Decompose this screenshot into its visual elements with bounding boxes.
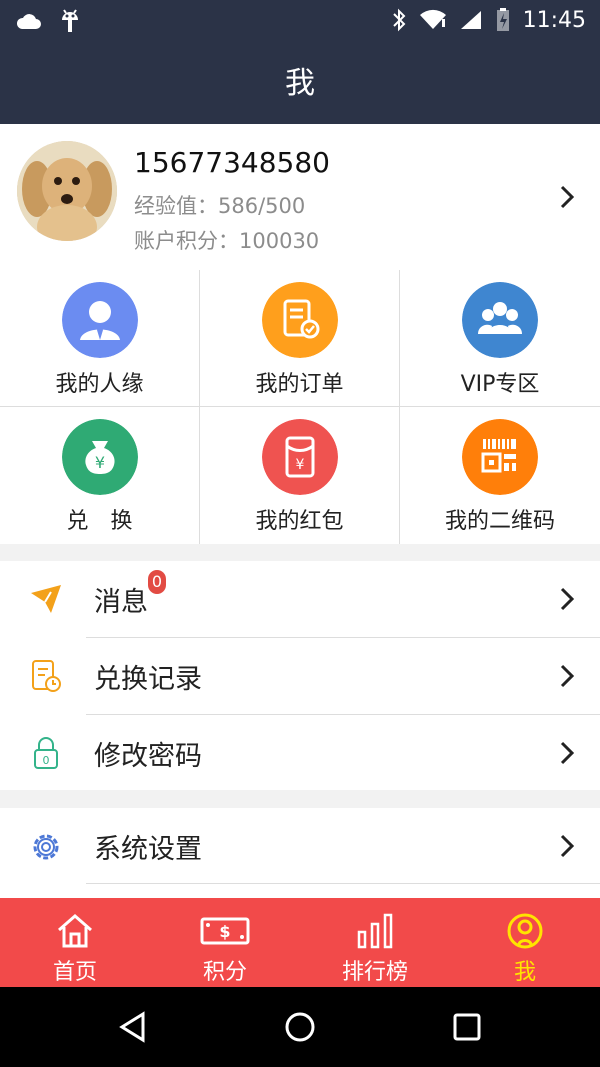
status-bar: 11:45: [0, 0, 600, 44]
lock-icon: 0: [34, 737, 58, 769]
svg-text:¥: ¥: [95, 453, 105, 472]
back-icon[interactable]: [118, 1011, 148, 1043]
menu-label: 消息: [94, 587, 148, 618]
menu-section-2: 系统设置: [0, 808, 600, 898]
feature-grid: 我的人缘 我的订单 VIP专区 ¥ 兑 换 ¥ 我的红包 我的二维码: [0, 270, 600, 544]
phone-number: 15677348580: [134, 146, 330, 179]
chevron-right-icon: [560, 587, 575, 611]
chevron-right-icon: [560, 741, 575, 765]
svg-text:$: $: [219, 922, 230, 941]
cell-signal-icon: [460, 11, 481, 29]
home-button-icon[interactable]: [284, 1011, 316, 1043]
menu-label: 修改密码: [94, 741, 202, 772]
grid-label: 我的人缘: [55, 372, 144, 397]
gear-icon: [33, 834, 59, 860]
tab-label: 我: [513, 960, 536, 985]
menu-label: 兑换记录: [94, 664, 202, 695]
points-value: 100030: [239, 229, 320, 253]
message-badge: 0: [148, 570, 166, 594]
chevron-right-icon: [560, 664, 575, 688]
grid-item-orders[interactable]: 我的订单: [200, 270, 400, 407]
tab-me[interactable]: 我: [450, 898, 600, 987]
user-icon: [62, 282, 138, 358]
chevron-right-icon: [560, 834, 575, 858]
document-clock-icon: [32, 660, 61, 692]
status-time: 11:45: [522, 7, 586, 33]
grid-label: 兑 换: [66, 509, 133, 534]
home-icon: [58, 914, 92, 948]
svg-text:0: 0: [43, 754, 50, 767]
menu-item-change-password[interactable]: 0 修改密码: [0, 715, 600, 791]
grid-item-exchange[interactable]: ¥ 兑 换: [0, 407, 200, 544]
divider: [86, 883, 600, 884]
menu-item-exchange-records[interactable]: 兑换记录: [0, 638, 600, 714]
experience: 经验值：586/500: [134, 190, 305, 220]
tab-points[interactable]: $ 积分: [150, 898, 300, 987]
order-icon: [262, 282, 338, 358]
recent-apps-icon[interactable]: [452, 1012, 482, 1042]
chevron-right-icon: [560, 185, 575, 209]
points-label: 账户积分：: [134, 229, 239, 253]
grid-label: 我的订单: [255, 372, 344, 397]
android-icon: [62, 9, 78, 32]
ranking-icon: [357, 913, 393, 949]
points-icon: $: [200, 917, 250, 945]
account-points: 账户积分：100030: [134, 225, 319, 255]
profile-tab-icon: [507, 913, 543, 949]
tab-home[interactable]: 首页: [0, 898, 150, 987]
svg-text:¥: ¥: [296, 457, 305, 473]
avatar[interactable]: [17, 141, 117, 241]
grid-item-red-envelope[interactable]: ¥ 我的红包: [200, 407, 400, 544]
page-title: 我: [0, 44, 600, 124]
tab-label: 首页: [52, 960, 97, 985]
paper-plane-icon: [31, 585, 61, 613]
vip-group-icon: [462, 282, 538, 358]
menu-item-settings[interactable]: 系统设置: [0, 808, 600, 884]
qr-code-icon: [462, 419, 538, 495]
money-bag-icon: ¥: [62, 419, 138, 495]
grid-label: 我的二维码: [444, 509, 555, 534]
system-navigation-bar: [0, 987, 600, 1067]
grid-label: 我的红包: [255, 509, 344, 534]
tab-ranking[interactable]: 排行榜: [300, 898, 450, 987]
profile-card[interactable]: 15677348580 经验值：586/500 账户积分：100030: [0, 124, 600, 271]
bottom-tab-bar: 首页 $ 积分 排行榜 我: [0, 898, 600, 987]
battery-icon: [496, 8, 509, 31]
grid-item-qr-code[interactable]: 我的二维码: [400, 407, 600, 544]
grid-item-relationships[interactable]: 我的人缘: [0, 270, 200, 407]
red-envelope-icon: ¥: [262, 419, 338, 495]
wifi-icon: [419, 9, 446, 29]
grid-label: VIP专区: [460, 372, 540, 397]
grid-item-vip[interactable]: VIP专区: [400, 270, 600, 407]
cloud-icon: [16, 14, 41, 29]
menu-item-messages[interactable]: 消息: [0, 561, 600, 637]
tab-label: 排行榜: [341, 960, 408, 985]
bluetooth-icon: [392, 8, 406, 32]
menu-label: 系统设置: [94, 834, 202, 865]
experience-label: 经验值：: [134, 194, 218, 218]
menu-section-1: 消息 兑换记录 0 修改密码: [0, 561, 600, 790]
experience-value: 586/500: [218, 194, 306, 218]
tab-label: 积分: [202, 960, 247, 985]
